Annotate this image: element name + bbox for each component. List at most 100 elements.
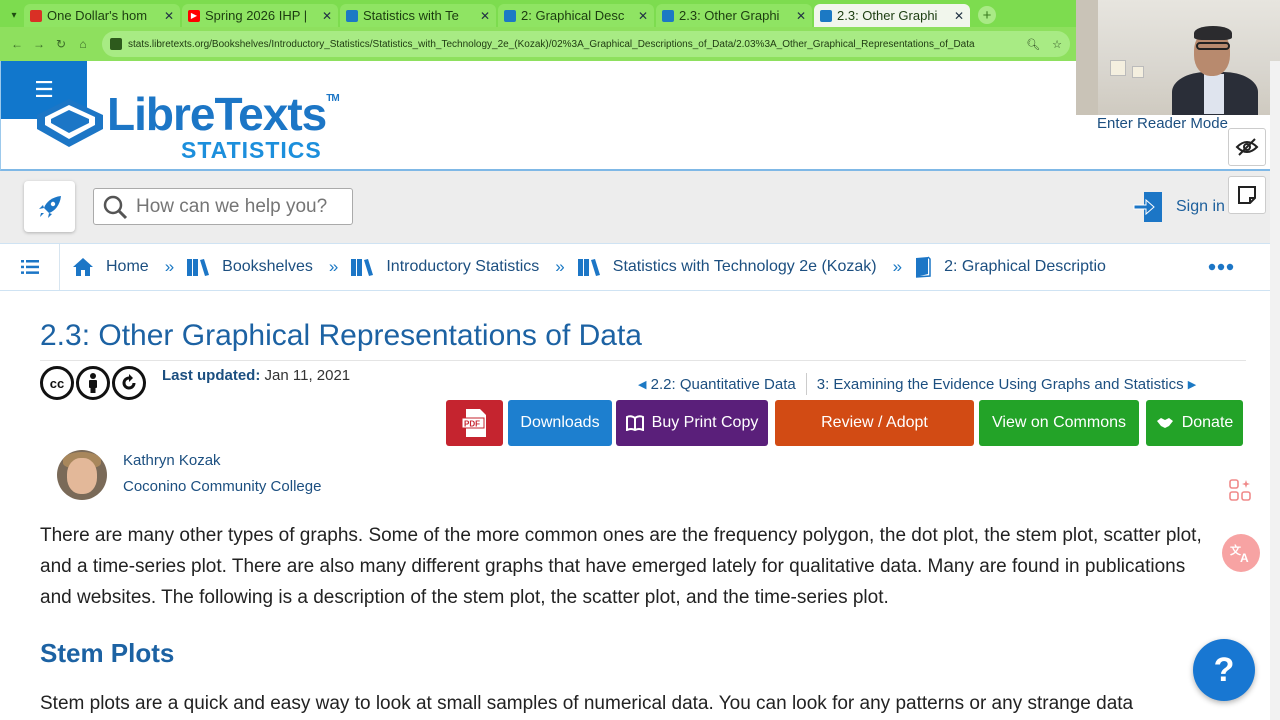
home-icon bbox=[72, 257, 94, 277]
rocket-button[interactable] bbox=[24, 181, 75, 232]
buy-print-copy-button[interactable]: Buy Print Copy bbox=[616, 400, 768, 446]
libretexts-favicon-icon bbox=[662, 9, 674, 22]
ai-tools-icon[interactable] bbox=[1226, 476, 1254, 504]
breadcrumb-separator: » bbox=[892, 257, 903, 276]
search-toolbar: Sign in bbox=[0, 171, 1270, 243]
reader-mode-link[interactable]: Enter Reader Mode bbox=[1097, 115, 1228, 132]
next-arrow-icon: ▶ bbox=[1187, 378, 1197, 391]
breadcrumb-statistics-with-technology[interactable]: Statistics with Technology 2e (Kozak) bbox=[577, 257, 877, 277]
attribution-icon bbox=[76, 366, 110, 400]
license-badge[interactable]: cc bbox=[40, 366, 146, 400]
pdf-button[interactable]: PDF bbox=[446, 400, 503, 446]
url-text: stats.libretexts.org/Bookshelves/Introdu… bbox=[128, 38, 975, 50]
cc-icon: cc bbox=[40, 366, 74, 400]
pdf-icon: PDF bbox=[461, 409, 486, 437]
youtube-favicon-icon: ▶ bbox=[188, 9, 200, 22]
view-on-commons-button[interactable]: View on Commons bbox=[979, 400, 1139, 446]
books-icon bbox=[577, 257, 601, 277]
browser-tab-active[interactable]: 2.3: Other Graphi ✕ bbox=[814, 4, 970, 27]
forward-icon[interactable]: → bbox=[28, 37, 50, 51]
next-page-link[interactable]: 3: Examining the Evidence Using Graphs a… bbox=[817, 376, 1184, 393]
browser-tab[interactable]: One Dollar's hom ✕ bbox=[24, 4, 180, 27]
search-box[interactable] bbox=[93, 188, 353, 225]
logo-subtitle: STATISTICS bbox=[181, 137, 322, 163]
url-field[interactable]: stats.libretexts.org/Bookshelves/Introdu… bbox=[102, 31, 1070, 57]
review-adopt-button[interactable]: Review / Adopt bbox=[775, 400, 974, 446]
share-alike-icon bbox=[112, 366, 146, 400]
tab-close-icon[interactable]: ✕ bbox=[796, 9, 806, 23]
rocket-icon bbox=[38, 195, 61, 218]
handshake-icon bbox=[1156, 416, 1174, 430]
breadcrumb: Home » Bookshelves » Introductory Statis… bbox=[0, 243, 1270, 291]
logo-name: LibreTexts bbox=[107, 88, 327, 140]
author-name[interactable]: Kathryn Kozak bbox=[123, 452, 221, 469]
last-updated: Last updated: Jan 11, 2021 bbox=[162, 367, 350, 384]
donate-button[interactable]: Donate bbox=[1146, 400, 1243, 446]
svg-text:A: A bbox=[1240, 551, 1249, 564]
scrollbar[interactable] bbox=[1270, 61, 1280, 720]
books-icon bbox=[186, 257, 210, 277]
address-bar: ← → ↻ ⌂ stats.libretexts.org/Bookshelves… bbox=[0, 27, 1076, 61]
search-input[interactable] bbox=[136, 195, 336, 218]
open-book-icon bbox=[625, 415, 644, 431]
previous-page-link[interactable]: 2.2: Quantitative Data bbox=[651, 376, 796, 393]
breadcrumb-separator: » bbox=[328, 257, 339, 276]
downloads-button[interactable]: Downloads bbox=[508, 400, 612, 446]
hide-eye-icon[interactable] bbox=[1228, 128, 1266, 166]
notes-icon[interactable] bbox=[1228, 176, 1266, 214]
bookmark-star-icon[interactable]: ☆ bbox=[1052, 38, 1062, 51]
browser-tab-strip: ▾ One Dollar's hom ✕ ▶ Spring 2026 IHP | ✕ … bbox=[0, 0, 1076, 27]
intro-paragraph: There are many other types of graphs. So… bbox=[40, 525, 1202, 608]
libretexts-favicon-icon bbox=[820, 9, 832, 22]
tab-favicon-icon bbox=[30, 9, 42, 22]
breadcrumb-graphical-descriptions[interactable]: 2: Graphical Descriptio bbox=[914, 256, 1106, 278]
section-heading: Stem Plots bbox=[40, 638, 175, 668]
help-button[interactable]: ? bbox=[1193, 639, 1255, 701]
libretexts-logo[interactable]: LibreTextsTM STATISTICS bbox=[33, 79, 343, 163]
tab-search-chevron-icon[interactable]: ▾ bbox=[4, 3, 24, 27]
zoom-icon[interactable]: 🔍︎ bbox=[1026, 38, 1040, 51]
breadcrumb-menu-icon[interactable] bbox=[0, 244, 60, 290]
site-header: ☰ LibreTextsTM STATISTICS bbox=[0, 61, 1270, 171]
breadcrumb-introductory-statistics[interactable]: Introductory Statistics bbox=[350, 257, 539, 277]
books-icon bbox=[350, 257, 374, 277]
breadcrumb-home[interactable]: Home bbox=[72, 257, 149, 277]
svg-text:PDF: PDF bbox=[464, 420, 480, 429]
browser-tab[interactable]: ▶ Spring 2026 IHP | ✕ bbox=[182, 4, 338, 27]
book-icon bbox=[914, 256, 932, 278]
sign-in-label: Sign in bbox=[1176, 198, 1225, 215]
tab-close-icon[interactable]: ✕ bbox=[480, 9, 490, 23]
last-updated-label: Last updated: bbox=[162, 367, 261, 384]
breadcrumb-separator: » bbox=[555, 257, 565, 276]
back-icon[interactable]: ← bbox=[6, 37, 28, 51]
libretexts-logo-mark-icon bbox=[37, 99, 103, 147]
browser-tab[interactable]: 2.3: Other Graphi ✕ bbox=[656, 4, 812, 27]
tab-close-icon[interactable]: ✕ bbox=[164, 9, 174, 23]
breadcrumb-separator: » bbox=[164, 257, 175, 276]
section-paragraph: Stem plots are a quick and easy way to l… bbox=[40, 693, 1134, 714]
browser-tab[interactable]: 2: Graphical Desc ✕ bbox=[498, 4, 654, 27]
more-options-icon[interactable] bbox=[1208, 258, 1234, 276]
browser-tab[interactable]: Statistics with Te ✕ bbox=[340, 4, 496, 27]
site-info-icon[interactable] bbox=[110, 38, 122, 50]
home-icon[interactable]: ⌂ bbox=[72, 37, 94, 51]
author-institution[interactable]: Coconino Community College bbox=[123, 478, 321, 495]
tab-close-icon[interactable]: ✕ bbox=[322, 9, 332, 23]
tab-close-icon[interactable]: ✕ bbox=[954, 9, 964, 23]
last-updated-date: Jan 11, 2021 bbox=[264, 367, 351, 384]
libretexts-favicon-icon bbox=[504, 9, 516, 22]
tab-close-icon[interactable]: ✕ bbox=[638, 9, 648, 23]
libretexts-favicon-icon bbox=[346, 9, 358, 22]
sign-in-button[interactable]: Sign in bbox=[1132, 190, 1225, 224]
new-tab-button[interactable]: + bbox=[978, 6, 996, 24]
translate-icon[interactable]: 文A bbox=[1222, 534, 1260, 572]
logo-trademark: TM bbox=[326, 93, 339, 104]
sign-in-icon bbox=[1133, 192, 1162, 222]
page-navigation: ◀ 2.2: Quantitative Data 3: Examining th… bbox=[638, 373, 1196, 395]
breadcrumb-bookshelves[interactable]: Bookshelves bbox=[186, 257, 313, 277]
author-avatar bbox=[57, 450, 107, 500]
page-title: 2.3: Other Graphical Representations of … bbox=[40, 319, 642, 352]
previous-arrow-icon: ◀ bbox=[638, 378, 647, 391]
reload-icon[interactable]: ↻ bbox=[50, 37, 72, 51]
title-divider bbox=[40, 360, 1246, 361]
